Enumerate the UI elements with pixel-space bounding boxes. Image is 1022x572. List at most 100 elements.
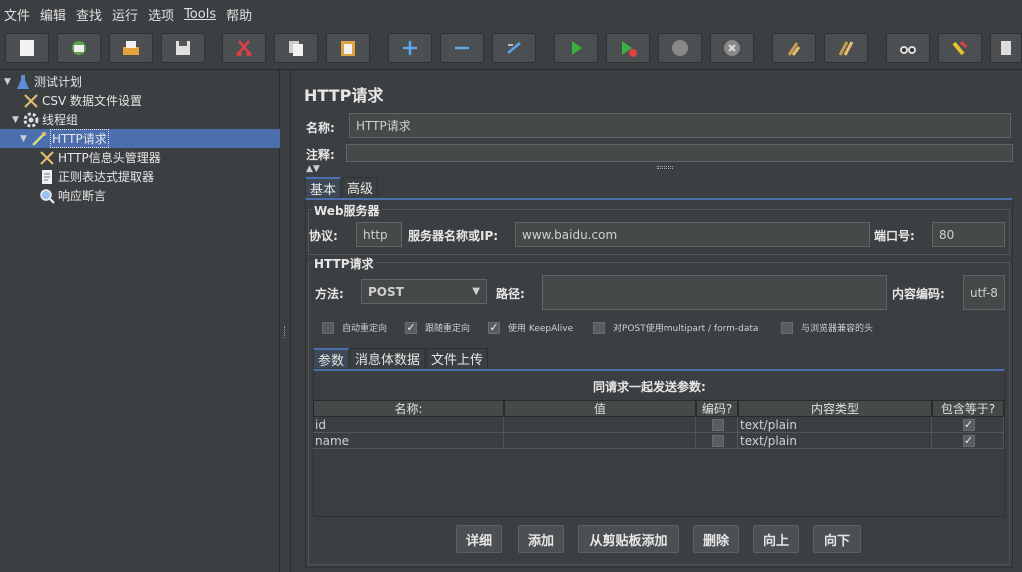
stop-button[interactable] — [658, 33, 702, 63]
auto-redirect-checkbox[interactable]: 自动重定向 — [322, 321, 387, 334]
detail-button[interactable]: 详细 — [456, 525, 502, 553]
paste-button[interactable] — [326, 33, 370, 63]
checkbox-box[interactable] — [781, 321, 793, 334]
include-equals-checkbox[interactable]: ✓ — [962, 434, 975, 447]
menu-edit[interactable]: 编辑 — [40, 5, 66, 24]
menu-run[interactable]: 运行 — [112, 5, 138, 24]
clear-button[interactable] — [772, 33, 816, 63]
column-header-value[interactable]: 值 — [504, 400, 696, 417]
protocol-field[interactable]: http — [356, 222, 402, 247]
cell-include-equals[interactable]: ✓ — [932, 433, 1004, 449]
tab-file-upload[interactable]: 文件上传 — [426, 348, 489, 368]
tree-node-thread-group[interactable]: ▼ 线程组 — [12, 110, 78, 129]
tab-advanced[interactable]: 高级 — [342, 177, 379, 197]
checkbox-box[interactable]: ✓ — [488, 321, 500, 334]
path-label: 路径: — [496, 287, 525, 301]
pipette-icon — [30, 131, 48, 147]
multipart-checkbox[interactable]: 对POST使用multipart / form-data — [593, 321, 758, 334]
method-select[interactable]: POST ▼ — [361, 279, 487, 304]
column-header-encode[interactable]: 编码? — [696, 400, 738, 417]
tab-body-data[interactable]: 消息体数据 — [350, 348, 426, 368]
cell-encode[interactable] — [696, 417, 738, 433]
menu-file[interactable]: 文件 — [4, 5, 30, 24]
copy-button[interactable] — [274, 33, 318, 63]
cell-value[interactable] — [504, 417, 696, 433]
comment-field[interactable] — [346, 144, 1013, 162]
toggle-button[interactable] — [492, 33, 536, 63]
list-icon — [1001, 41, 1011, 55]
function-helper-button[interactable] — [990, 33, 1022, 63]
add-from-clipboard-button[interactable]: 从剪贴板添加 — [578, 525, 679, 553]
checkbox-box[interactable] — [322, 321, 334, 334]
encoding-field[interactable]: utf-8 — [963, 275, 1005, 310]
encode-checkbox[interactable] — [711, 418, 724, 431]
tree-node-csv[interactable]: CSV 数据文件设置 — [22, 91, 142, 110]
cell-content-type[interactable]: text/plain — [738, 417, 932, 433]
include-equals-checkbox[interactable]: ✓ — [962, 418, 975, 431]
params-caption: 同请求一起发送参数: — [593, 380, 706, 394]
clear-all-button[interactable] — [824, 33, 868, 63]
path-field[interactable] — [542, 275, 887, 310]
move-up-button[interactable]: 向上 — [753, 525, 799, 553]
tree-node-assertion[interactable]: 响应断言 — [38, 186, 106, 205]
tree-node-regex-extractor[interactable]: 正则表达式提取器 — [38, 167, 154, 186]
cut-icon — [236, 40, 252, 57]
collapse-arrows-icon[interactable]: ▲▼ — [306, 164, 320, 174]
cell-encode[interactable] — [696, 433, 738, 449]
name-field[interactable]: HTTP请求 — [349, 113, 1011, 138]
keepalive-checkbox[interactable]: ✓ 使用 KeepAlive — [488, 321, 573, 334]
cell-content-type[interactable]: text/plain — [738, 433, 932, 449]
column-header-include-equals[interactable]: 包含等于? — [932, 400, 1004, 417]
menu-tools[interactable]: Tools — [184, 7, 216, 22]
templates-button[interactable] — [57, 33, 101, 63]
add-button[interactable]: 添加 — [518, 525, 564, 553]
http-request-group-title: HTTP请求 — [312, 255, 376, 272]
reset-search-button[interactable] — [938, 33, 982, 63]
server-field[interactable]: www.baidu.com — [515, 222, 870, 247]
move-down-button[interactable]: 向下 — [813, 525, 861, 553]
open-button[interactable] — [109, 33, 153, 63]
menu-search[interactable]: 查找 — [76, 5, 102, 24]
tree-node-http-request[interactable]: ▼ HTTP请求 — [0, 129, 280, 148]
shutdown-button[interactable] — [710, 33, 754, 63]
splitter-grip[interactable] — [284, 326, 286, 338]
collapse-button[interactable] — [440, 33, 484, 63]
comment-label: 注释: — [306, 148, 335, 162]
encode-checkbox[interactable] — [711, 434, 724, 447]
scissors-config-icon — [22, 93, 40, 109]
follow-redirect-checkbox[interactable]: ✓ 跟随重定向 — [405, 321, 470, 334]
server-label: 服务器名称或IP: — [408, 229, 499, 243]
port-field[interactable]: 80 — [932, 222, 1005, 247]
splitter[interactable] — [281, 70, 289, 572]
tree-node-header-manager[interactable]: HTTP信息头管理器 — [38, 148, 161, 167]
cell-name[interactable]: id — [313, 417, 504, 433]
cell-name[interactable]: name — [313, 433, 504, 449]
menu-options[interactable]: 选项 — [148, 5, 174, 24]
start-button[interactable] — [554, 33, 598, 63]
menu-help[interactable]: 帮助 — [226, 5, 252, 24]
browser-headers-checkbox[interactable]: 与浏览器兼容的头 — [781, 321, 873, 334]
divider-grip[interactable] — [657, 166, 673, 169]
checkbox-box[interactable] — [593, 321, 605, 334]
tab-basic[interactable]: 基本 — [305, 177, 342, 198]
column-header-content-type[interactable]: 内容类型 — [738, 400, 932, 417]
delete-button[interactable]: 删除 — [693, 525, 739, 553]
cut-button[interactable] — [222, 33, 266, 63]
expand-arrow-icon[interactable]: ▼ — [12, 115, 22, 125]
start-no-pause-button[interactable] — [606, 33, 650, 63]
expand-arrow-icon[interactable]: ▼ — [20, 134, 30, 144]
expand-arrow-icon[interactable]: ▼ — [4, 77, 14, 87]
binoculars-icon — [900, 46, 916, 54]
expand-button[interactable] — [388, 33, 432, 63]
cell-include-equals[interactable]: ✓ — [932, 417, 1004, 433]
checkbox-box[interactable]: ✓ — [405, 321, 417, 334]
cell-value[interactable] — [504, 433, 696, 449]
protocol-label: 协议: — [309, 229, 338, 243]
new-button[interactable] — [5, 33, 49, 63]
save-button[interactable] — [161, 33, 205, 63]
search-button[interactable] — [886, 33, 930, 63]
panel-title: HTTP请求 — [304, 86, 384, 105]
column-header-name[interactable]: 名称: — [313, 400, 504, 417]
tab-parameters[interactable]: 参数 — [313, 348, 350, 369]
tree-node-test-plan[interactable]: ▼ 测试计划 — [4, 72, 82, 91]
